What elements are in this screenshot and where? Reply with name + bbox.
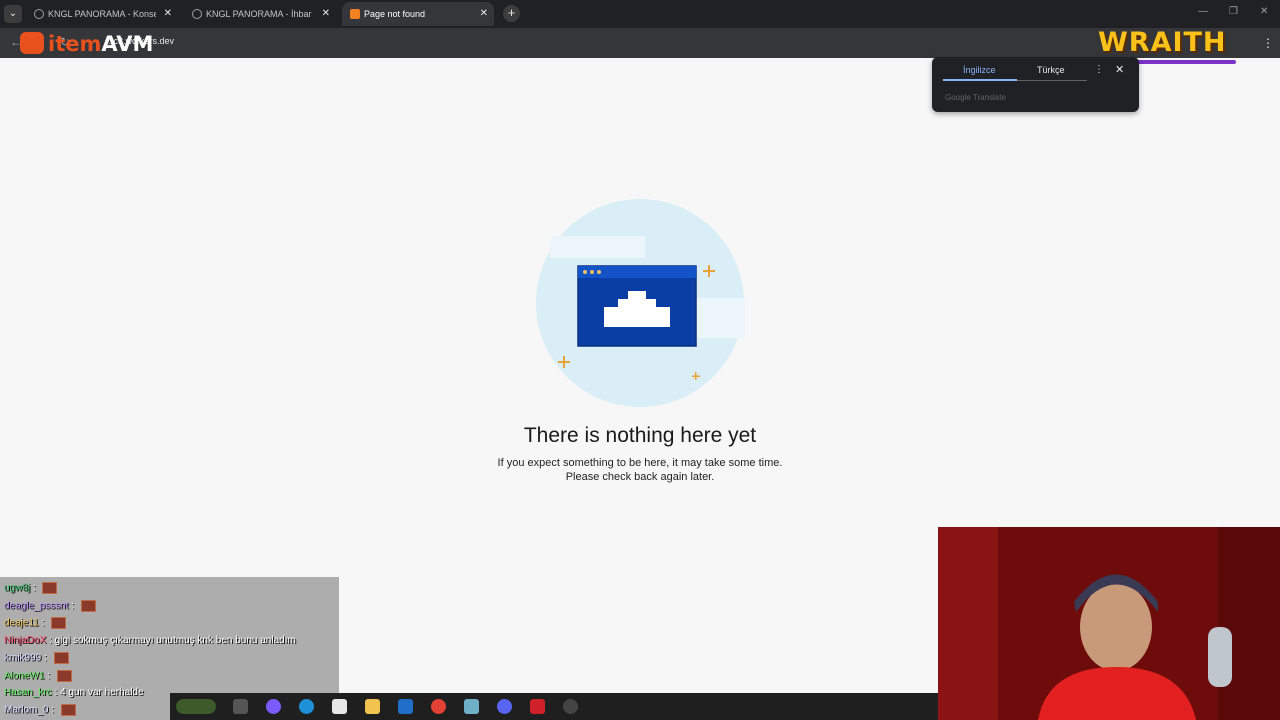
close-tab-icon[interactable]: ✕	[322, 2, 330, 26]
empty-cloud-illustration	[536, 199, 745, 407]
page-heading: There is nothing here yet	[523, 424, 757, 447]
tab-strip: ⌄ KNGL PANORAMA - Konsey Ad ✕ KNGL PANOR…	[0, 0, 1280, 28]
close-tab-icon[interactable]: ✕	[480, 2, 488, 26]
cloudflare-icon	[350, 9, 360, 19]
chat-message: kmik999 :	[4, 652, 69, 664]
chat-user: kmik999	[4, 652, 42, 664]
person-face	[1080, 583, 1152, 671]
emote-icon	[60, 704, 76, 716]
chat-user: AloneW1	[4, 670, 45, 682]
selected-tab-underline	[943, 79, 1017, 81]
tab-title: KNGL PANORAMA - Konsey Ad	[48, 9, 156, 19]
source-language-tab[interactable]: İngilizce	[963, 65, 996, 75]
tab-title: Page not found	[364, 9, 426, 19]
restore-icon[interactable]: ❐	[1229, 6, 1238, 17]
close-tab-icon[interactable]: ✕	[164, 2, 172, 26]
edge-icon[interactable]	[299, 699, 314, 714]
close-icon[interactable]: ✕	[1115, 63, 1124, 76]
chat-user: Hasan_krc	[4, 687, 52, 698]
browser-menu-icon[interactable]: ⋮	[1262, 36, 1274, 50]
tab-ihbar[interactable]: KNGL PANORAMA - İhbar Hattı ✕	[184, 2, 336, 26]
google-translate-brand: Google Translate	[945, 93, 1006, 102]
chat-text: gigi sokmuş çıkarmayı unutmuş knk ben bu…	[54, 635, 296, 646]
globe-icon	[192, 9, 202, 19]
more-options-icon[interactable]: ⋮	[1094, 64, 1104, 75]
chat-message: ugw8j :	[4, 582, 58, 594]
message-line-2: Please check back again later.	[565, 471, 715, 483]
tab-page-not-found[interactable]: Page not found ✕	[342, 2, 494, 26]
new-tab-button[interactable]: +	[503, 5, 520, 22]
pixel-cloud-bg	[550, 236, 645, 258]
itemavm-logo: itemAVM	[20, 30, 153, 58]
copilot-icon[interactable]	[266, 699, 281, 714]
chat-user: deaje11	[4, 617, 39, 629]
window-titlebar	[578, 266, 696, 278]
window-close-icon[interactable]: ✕	[1260, 6, 1268, 17]
message-line-1: If you expect something to be here, it m…	[497, 457, 783, 469]
mail-icon[interactable]	[398, 699, 413, 714]
tab-divider	[1017, 80, 1087, 81]
taskbar	[170, 693, 938, 720]
chat-user: NinjaDoX	[4, 635, 47, 646]
logo-prefix: item	[48, 32, 102, 56]
chat-message: deaje11 :	[4, 617, 67, 629]
notepad-icon[interactable]	[464, 699, 479, 714]
emote-icon	[80, 600, 96, 612]
tab-title: KNGL PANORAMA - İhbar Hattı	[206, 9, 314, 19]
chat-message: Hasan_krc : 4 gun var herhalde	[4, 687, 144, 698]
chat-message: Marlom_0 :	[4, 704, 76, 716]
chat-message: AloneW1 :	[4, 670, 72, 682]
webcam-feed	[938, 527, 1280, 720]
discord-icon[interactable]	[497, 699, 512, 714]
chat-message: NinjaDoX : gigi sokmuş çıkarmayı unutmuş…	[4, 635, 296, 646]
tab-konsey[interactable]: KNGL PANORAMA - Konsey Ad ✕	[26, 2, 178, 26]
emote-icon	[42, 582, 58, 594]
chat-text: 4 gun var herhalde	[60, 687, 144, 698]
obs-icon[interactable]	[563, 699, 578, 714]
browser-toolbar: ← ↻ ...c3.workers.dev	[0, 28, 1280, 58]
logo-suffix: AVM	[101, 32, 154, 56]
chrome-icon[interactable]	[431, 699, 446, 714]
gamepad-icon	[20, 32, 44, 54]
wraith-logo: WRAITH	[1098, 27, 1227, 58]
folder-icon[interactable]	[365, 699, 380, 714]
chat-user: ugw8j	[4, 582, 31, 594]
emote-icon	[53, 652, 69, 664]
weather-widget-icon[interactable]	[176, 699, 216, 714]
target-language-tab[interactable]: Türkçe	[1037, 65, 1065, 75]
address-bar[interactable]: ...c3.workers.dev	[96, 32, 1116, 53]
pixel-cloud-bg	[695, 298, 745, 338]
chat-user: deagle_psssnt	[4, 600, 69, 612]
minimize-icon[interactable]: —	[1198, 6, 1208, 17]
globe-icon	[34, 9, 44, 19]
video-editor-icon[interactable]	[530, 699, 545, 714]
task-view-icon[interactable]	[233, 699, 248, 714]
translate-popup: İngilizce Türkçe ⋮ ✕ Google Translate	[932, 57, 1139, 112]
tab-search-button[interactable]: ⌄	[4, 5, 22, 23]
chat-message: deagle_psssnt :	[4, 600, 96, 612]
emote-icon	[56, 670, 72, 682]
chat-user: Marlom_0	[4, 704, 49, 716]
microphone-icon	[1208, 627, 1232, 687]
emote-icon	[51, 617, 67, 629]
store-icon[interactable]	[332, 699, 347, 714]
